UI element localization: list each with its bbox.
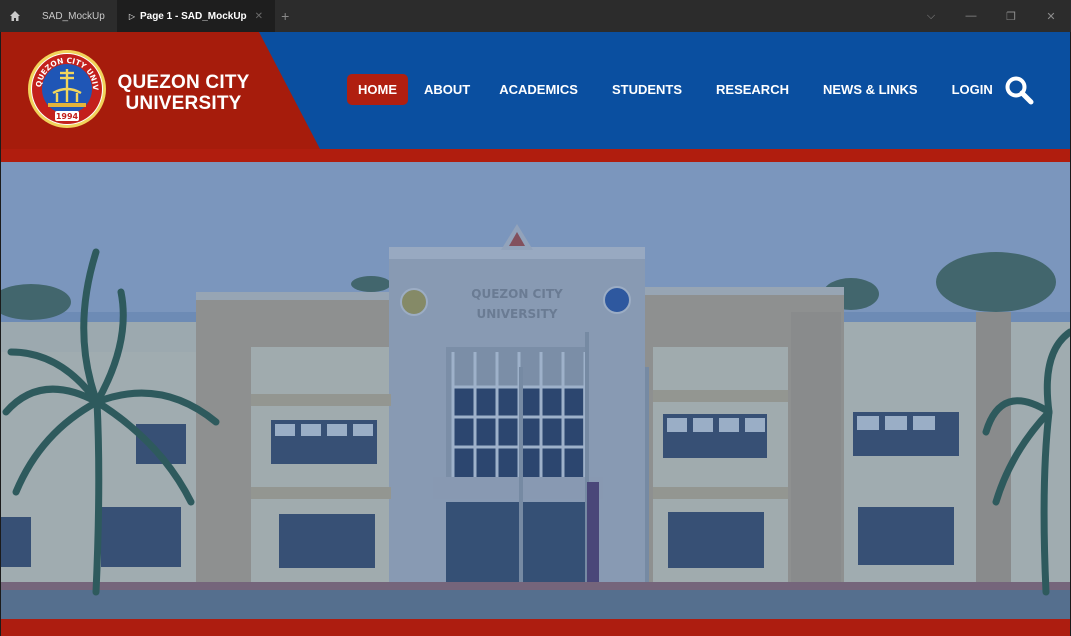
close-tab-icon[interactable]: ✕ [255, 11, 263, 22]
nav-students[interactable]: STUDENTS [601, 74, 693, 105]
hero-bottom-stripe [1, 619, 1070, 636]
nav-research[interactable]: RESEARCH [705, 74, 800, 105]
site-title-line-1: QUEZON CITY [117, 72, 250, 93]
site-title-line-2: UNIVERSITY [125, 93, 242, 114]
new-tab-icon[interactable]: + [281, 8, 289, 24]
play-icon: ▷ [128, 11, 135, 21]
tab-label: SAD_MockUp [42, 10, 105, 22]
chevron-down-icon[interactable]: ⌵ [911, 10, 951, 23]
logo-year: 1994 [56, 112, 79, 121]
web-page: QUEZON CITY UNIVERSITY 1994 QUEZON CITY … [1, 32, 1070, 636]
nav-home[interactable]: HOME [347, 74, 408, 105]
close-icon[interactable]: ✕ [1031, 10, 1071, 23]
window-titlebar: SAD_MockUp ▷ Page 1 - SAD_MockUp ✕ + ⌵ —… [0, 0, 1071, 32]
header-divider [1, 149, 1070, 162]
minimize-icon[interactable]: — [951, 10, 991, 22]
nav-about[interactable]: ABOUT [413, 74, 481, 105]
nav-academics[interactable]: ACADEMICS [488, 74, 589, 105]
tab-sad-mockup[interactable]: SAD_MockUp [30, 0, 117, 32]
tab-page-1[interactable]: ▷ Page 1 - SAD_MockUp ✕ [116, 0, 276, 32]
site-title[interactable]: QUEZON CITY UNIVERSITY [116, 72, 251, 114]
hero-banner: QUEZON CITY UNIVERSITY [1, 162, 1070, 619]
main-nav: HOME ABOUT ACADEMICS STUDENTS RESEARCH N… [347, 74, 1004, 105]
restore-icon[interactable]: ❐ [991, 10, 1031, 23]
nav-news-links[interactable]: NEWS & LINKS [812, 74, 929, 105]
campus-building-image: QUEZON CITY UNIVERSITY [1, 162, 1070, 619]
nav-login[interactable]: LOGIN [941, 74, 1004, 105]
site-header: QUEZON CITY UNIVERSITY 1994 QUEZON CITY … [1, 32, 1070, 149]
tab-label: Page 1 - SAD_MockUp [139, 10, 247, 22]
university-logo[interactable]: QUEZON CITY UNIVERSITY 1994 [27, 49, 107, 129]
search-icon[interactable] [1004, 75, 1034, 105]
home-icon[interactable] [0, 0, 30, 32]
window-controls: ⌵ — ❐ ✕ [911, 0, 1071, 32]
